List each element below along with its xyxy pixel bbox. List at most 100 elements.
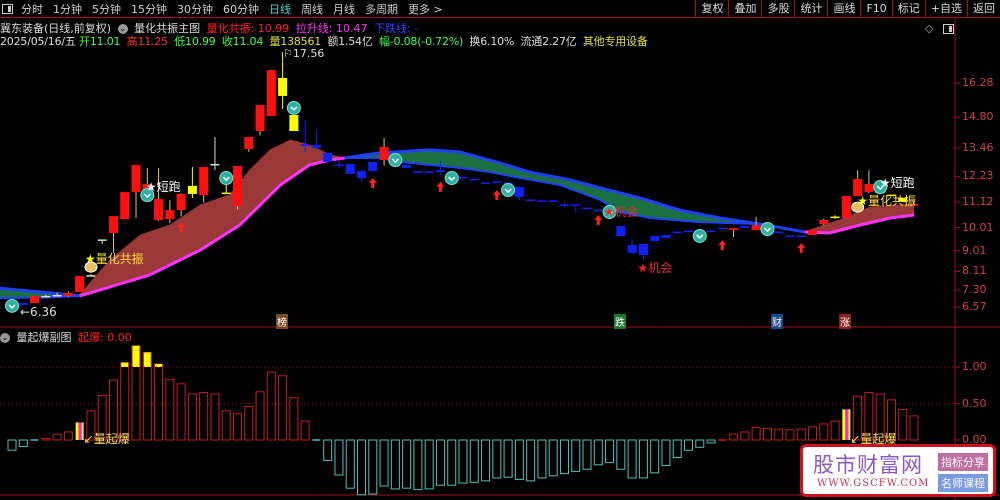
candle-body[interactable] bbox=[864, 184, 874, 193]
burst-bar[interactable] bbox=[729, 433, 739, 441]
burst-bar[interactable] bbox=[447, 439, 457, 486]
candle-body[interactable] bbox=[300, 144, 310, 146]
candle-body[interactable] bbox=[345, 163, 355, 174]
candle-body[interactable] bbox=[120, 192, 130, 220]
candle-body[interactable] bbox=[571, 204, 581, 206]
burst-bar[interactable] bbox=[706, 439, 716, 444]
candle-body[interactable] bbox=[729, 228, 739, 230]
candle-body[interactable] bbox=[199, 166, 209, 196]
candle-body[interactable] bbox=[402, 164, 412, 168]
burst-bar[interactable] bbox=[199, 392, 209, 441]
burst-bar[interactable] bbox=[63, 431, 73, 441]
burst-bar[interactable] bbox=[492, 439, 502, 479]
candle-body[interactable] bbox=[469, 178, 479, 181]
burst-bar[interactable] bbox=[548, 439, 558, 477]
candle-body[interactable] bbox=[819, 220, 829, 224]
candle-body[interactable] bbox=[650, 235, 660, 242]
burst-bar[interactable] bbox=[762, 427, 772, 441]
burst-bar[interactable] bbox=[334, 439, 344, 476]
burst-bar[interactable] bbox=[176, 383, 186, 441]
candle-body[interactable] bbox=[108, 216, 118, 233]
burst-bar[interactable] bbox=[7, 439, 17, 451]
burst-bar[interactable] bbox=[244, 405, 254, 441]
candle-body[interactable] bbox=[514, 187, 524, 197]
candle-body[interactable] bbox=[526, 199, 536, 202]
candle-body[interactable] bbox=[661, 235, 671, 239]
candle-body[interactable] bbox=[210, 163, 220, 166]
candle-body[interactable] bbox=[413, 171, 423, 173]
candle-body[interactable] bbox=[627, 244, 637, 254]
candle-body[interactable] bbox=[63, 292, 73, 296]
candle-body[interactable] bbox=[278, 77, 288, 96]
burst-bar[interactable] bbox=[559, 439, 569, 475]
candle-body[interactable] bbox=[289, 115, 299, 131]
candle-body[interactable] bbox=[334, 164, 344, 166]
candle-body[interactable] bbox=[435, 170, 445, 173]
burst-bar[interactable] bbox=[41, 438, 51, 441]
candle-body[interactable] bbox=[548, 200, 558, 202]
burst-bar[interactable] bbox=[503, 439, 513, 478]
burst-bar[interactable] bbox=[435, 439, 445, 486]
candle-body[interactable] bbox=[221, 192, 231, 195]
candle-body[interactable] bbox=[672, 231, 682, 234]
candle-body[interactable] bbox=[616, 226, 626, 236]
candle-body[interactable] bbox=[30, 295, 40, 304]
candle-body[interactable] bbox=[830, 216, 840, 219]
burst-bar[interactable] bbox=[221, 410, 231, 441]
burst-bar[interactable] bbox=[345, 439, 355, 489]
burst-bar[interactable] bbox=[627, 439, 637, 479]
candle-body[interactable] bbox=[717, 227, 727, 230]
burst-bar[interactable] bbox=[695, 439, 705, 448]
candle-body[interactable] bbox=[75, 276, 85, 293]
burst-bar[interactable] bbox=[650, 439, 660, 474]
burst-bar[interactable] bbox=[819, 423, 829, 441]
event-tag-die[interactable]: 跌 bbox=[614, 314, 626, 329]
candle-body[interactable] bbox=[582, 207, 592, 210]
burst-bar[interactable] bbox=[368, 439, 378, 495]
candle-body[interactable] bbox=[311, 145, 321, 149]
candle-body[interactable] bbox=[86, 275, 96, 277]
burst-bar[interactable] bbox=[661, 439, 671, 467]
candle-body[interactable] bbox=[368, 161, 378, 171]
burst-bar[interactable] bbox=[52, 433, 62, 441]
burst-bar[interactable] bbox=[616, 439, 626, 470]
candle-body[interactable] bbox=[841, 196, 851, 218]
burst-bar[interactable] bbox=[323, 439, 333, 461]
burst-bar[interactable] bbox=[402, 439, 412, 489]
burst-bar[interactable] bbox=[390, 439, 400, 490]
candle-body[interactable] bbox=[323, 152, 333, 162]
burst-bar[interactable] bbox=[120, 362, 130, 441]
candle-body[interactable] bbox=[593, 209, 603, 212]
burst-bar[interactable] bbox=[266, 371, 276, 441]
candle-body[interactable] bbox=[481, 182, 491, 184]
burst-bar[interactable] bbox=[233, 413, 242, 441]
candle-body[interactable] bbox=[379, 146, 389, 161]
candle-body[interactable] bbox=[266, 70, 276, 116]
candle-body[interactable] bbox=[458, 176, 468, 179]
candle-body[interactable] bbox=[97, 239, 107, 241]
chart-canvas[interactable] bbox=[0, 0, 1000, 500]
burst-bar[interactable] bbox=[165, 378, 175, 441]
candle-body[interactable] bbox=[740, 226, 750, 229]
burst-bar[interactable] bbox=[413, 439, 423, 491]
candle-body[interactable] bbox=[176, 193, 186, 211]
candle-body[interactable] bbox=[233, 166, 242, 206]
burst-bar[interactable] bbox=[278, 375, 288, 441]
candle-body[interactable] bbox=[537, 200, 547, 202]
candle-body[interactable] bbox=[638, 244, 648, 256]
burst-bar[interactable] bbox=[898, 408, 908, 441]
event-tag-cai[interactable]: 财 bbox=[771, 314, 783, 329]
candle-body[interactable] bbox=[492, 181, 502, 183]
burst-bar[interactable] bbox=[672, 439, 682, 459]
candle-body[interactable] bbox=[796, 235, 806, 237]
burst-bar[interactable] bbox=[255, 391, 265, 441]
dropdown-circle-icon[interactable]: ⌄ bbox=[0, 333, 10, 343]
burst-bar[interactable] bbox=[424, 439, 434, 490]
candle-body[interactable] bbox=[424, 171, 434, 173]
burst-bar[interactable] bbox=[830, 420, 840, 441]
candle-body[interactable] bbox=[559, 204, 569, 206]
candle-body[interactable] bbox=[785, 235, 795, 237]
candle-body[interactable] bbox=[255, 104, 265, 131]
burst-bar[interactable] bbox=[740, 431, 750, 441]
candle-body[interactable] bbox=[244, 136, 254, 149]
